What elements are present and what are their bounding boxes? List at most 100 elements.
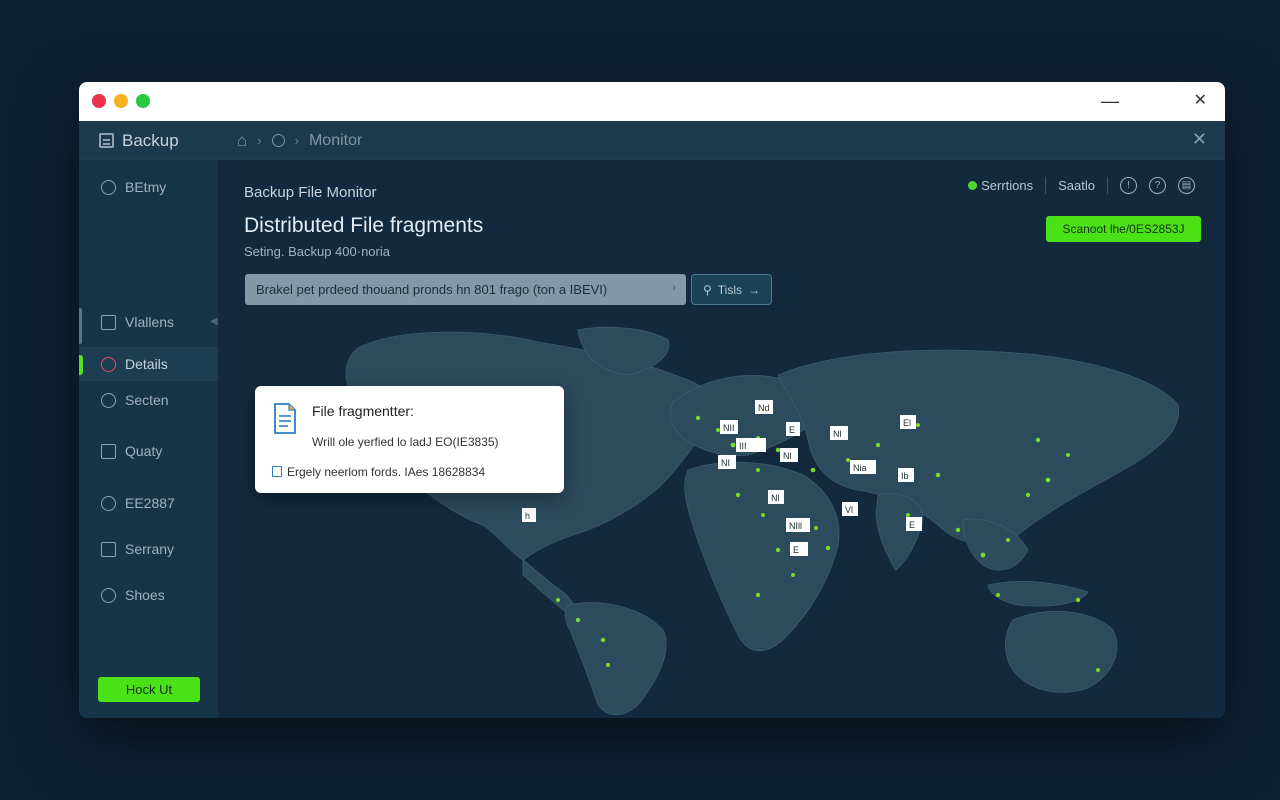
- search-button[interactable]: ⚲ Tisls →: [691, 274, 772, 305]
- settings-icon[interactable]: ▤: [1178, 177, 1195, 194]
- brand[interactable]: Backup: [79, 121, 218, 160]
- breadcrumb: ⌂ › › Monitor: [237, 121, 362, 160]
- svg-text:Nl: Nl: [833, 429, 842, 439]
- fragment-label[interactable]: E: [786, 422, 800, 436]
- clock-icon: [101, 392, 116, 408]
- sidebar-item-betmy[interactable]: BEtmy: [79, 170, 218, 204]
- svg-text:E: E: [909, 520, 915, 530]
- fragment-label[interactable]: Nl: [830, 426, 848, 440]
- fragment-dot: [955, 527, 961, 533]
- target-icon: [101, 356, 116, 372]
- file-fragment-popup[interactable]: File fragmentter: Wrill ole yerfied lo l…: [255, 386, 564, 493]
- svg-text:Vl: Vl: [845, 505, 853, 515]
- svg-text:Nd: Nd: [758, 403, 770, 413]
- fragment-label[interactable]: Nd: [755, 400, 773, 414]
- users-icon: [101, 495, 116, 511]
- info-icon[interactable]: !: [1120, 177, 1137, 194]
- svg-text:III: III: [739, 441, 747, 451]
- user-label[interactable]: Saatlo: [1058, 178, 1095, 193]
- svg-text:NIll: NIll: [789, 521, 802, 531]
- minimize-icon[interactable]: —: [1101, 90, 1119, 112]
- close-icon[interactable]: ✕: [1194, 90, 1207, 112]
- divider: [1045, 177, 1047, 194]
- fragment-label[interactable]: E: [790, 542, 808, 556]
- sidebar-item-label: Quaty: [125, 443, 163, 459]
- help-icon[interactable]: ?: [1149, 177, 1166, 194]
- fragment-label[interactable]: Nia: [850, 460, 876, 474]
- close-panel-icon[interactable]: ✕: [1192, 129, 1207, 150]
- home-icon[interactable]: ⌂: [237, 131, 247, 151]
- svg-text:El: El: [903, 418, 911, 428]
- fragment-dot: [1096, 668, 1100, 672]
- popup-detail-secondary: Ergely neerlom fords. IAes 18628834: [287, 465, 486, 479]
- sidebar-item-serrany[interactable]: Serrany: [79, 532, 218, 566]
- sidebar-item-secten[interactable]: Secten: [79, 383, 218, 417]
- window-titlebar: — ✕: [79, 82, 1225, 121]
- svg-text:NI: NI: [721, 458, 730, 468]
- close-window-button[interactable]: [92, 94, 106, 108]
- fragment-label[interactable]: E: [906, 517, 922, 531]
- fragment-label[interactable]: El: [900, 415, 916, 429]
- popup-detail: Wrill ole yerfied lo ladJ EO(IE3835): [312, 435, 499, 449]
- maximize-window-button[interactable]: [136, 94, 150, 108]
- continent-south-america: [564, 602, 667, 716]
- fragment-label[interactable]: Ib: [898, 468, 914, 482]
- fragment-dot: [791, 573, 795, 577]
- fragment-label[interactable]: NIll: [786, 518, 810, 532]
- active-indicator: [79, 355, 83, 375]
- fragment-label[interactable]: III: [736, 438, 766, 452]
- lock-button[interactable]: Hock Ut: [98, 677, 200, 702]
- table-icon: [101, 541, 116, 557]
- page-title: Distributed File fragments: [244, 214, 484, 237]
- fragment-label[interactable]: Vl: [842, 502, 858, 516]
- fragment-label[interactable]: NII: [720, 420, 738, 434]
- status-indicator[interactable]: Serrtions: [968, 178, 1033, 193]
- fragment-dot: [935, 472, 941, 478]
- search-input[interactable]: Brakel pet prdeed thouand pronds hn 801 …: [245, 274, 686, 305]
- fragment-dot: [730, 442, 736, 448]
- divider: [1107, 177, 1108, 194]
- svg-text:h: h: [525, 511, 530, 521]
- fragment-dot: [735, 492, 741, 498]
- globe-icon: [101, 179, 116, 195]
- fragment-dot: [980, 552, 986, 558]
- sidebar-item-vlallens[interactable]: Vlallens: [79, 305, 218, 339]
- backup-icon: [99, 133, 114, 148]
- fragment-dot: [1066, 453, 1070, 457]
- circle-icon[interactable]: [271, 134, 285, 147]
- fragment-label[interactable]: h: [522, 508, 536, 522]
- popup-title: File fragmentter:: [312, 403, 414, 419]
- sidebar-item-label: BEtmy: [125, 179, 167, 195]
- chevron-right-icon: ›: [294, 133, 299, 148]
- status-dot-icon: [968, 181, 978, 190]
- fragment-dot: [1006, 538, 1010, 542]
- svg-text:E: E: [789, 425, 795, 435]
- fragment-dot: [846, 458, 850, 462]
- fragment-label[interactable]: Nl: [780, 448, 798, 462]
- sidebar-item-label: Details: [125, 356, 168, 372]
- svg-text:Ib: Ib: [901, 471, 909, 481]
- continent-central-america: [522, 559, 575, 616]
- fragment-dot: [875, 442, 881, 448]
- sidebar-item-quaty[interactable]: Quaty: [79, 434, 218, 468]
- app-window: — ✕ Backup ⌂ › › Monitor ✕ BEtmy ◀ Vlall…: [79, 82, 1225, 718]
- continent-africa: [684, 461, 840, 652]
- search-button-label: Tisls: [717, 282, 742, 297]
- scan-button[interactable]: Scanoot lhe/0ES2853J: [1046, 216, 1201, 242]
- status-bar: Serrtions Saatlo ! ? ▤: [968, 177, 1195, 194]
- fragment-label[interactable]: NI: [718, 455, 736, 469]
- sidebar-item-shoes[interactable]: Shoes: [79, 578, 218, 612]
- sidebar-item-ee2887[interactable]: EE2887: [79, 486, 218, 520]
- minimize-window-button[interactable]: [114, 94, 128, 108]
- svg-text:Nl: Nl: [783, 451, 792, 461]
- continent-asia: [777, 349, 1180, 545]
- world-map: Nd NII E Nl III El NI Nia Nl Ib Nl Vl E …: [345, 326, 1180, 716]
- continent-indonesia: [987, 581, 1089, 607]
- fragment-dot: [756, 468, 760, 472]
- breadcrumb-current[interactable]: Monitor: [309, 132, 362, 150]
- continent-india: [875, 493, 924, 571]
- fragment-label[interactable]: Nl: [768, 490, 784, 504]
- sidebar-item-details[interactable]: Details: [79, 347, 218, 381]
- fragment-dot: [996, 593, 1000, 597]
- fragment-dot: [600, 637, 606, 643]
